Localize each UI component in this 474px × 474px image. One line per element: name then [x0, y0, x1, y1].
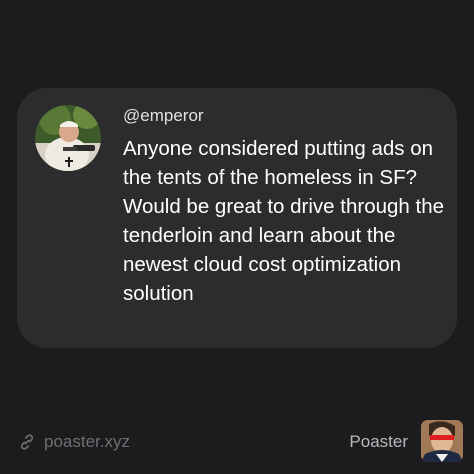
post-handle[interactable]: @emperor — [123, 106, 204, 126]
footer-link[interactable]: poaster.xyz — [18, 430, 130, 454]
brand-avatar — [421, 420, 463, 462]
user-avatar-icon — [35, 105, 101, 171]
link-icon — [20, 434, 34, 450]
brand-name: Poaster — [349, 432, 408, 451]
footer-link-text: poaster.xyz — [44, 432, 130, 451]
post-card: @emperor Anyone considered putting ads o… — [17, 88, 457, 348]
poaster-logo-avatar-icon — [421, 420, 463, 462]
post-text: Anyone considered putting ads on the ten… — [123, 137, 444, 305]
user-avatar[interactable] — [35, 105, 101, 171]
